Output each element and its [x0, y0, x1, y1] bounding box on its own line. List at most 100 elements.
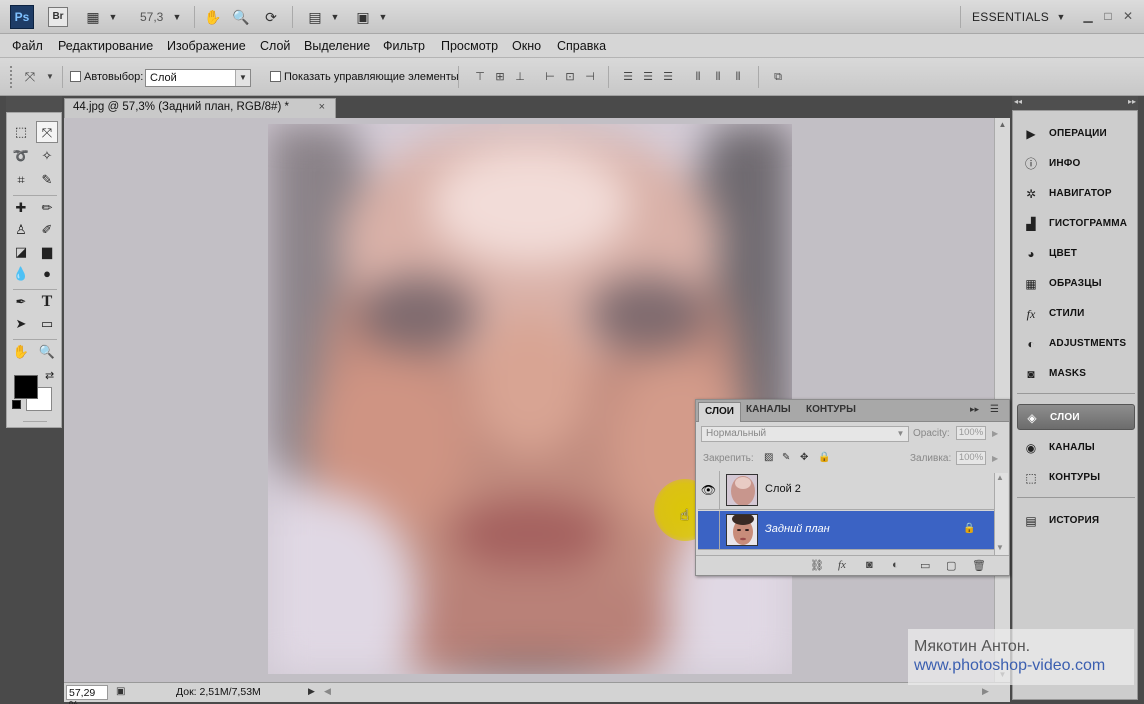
menu-view[interactable]: Просмотр — [441, 39, 498, 53]
scroll-up-icon[interactable]: ▲ — [996, 473, 1004, 482]
adjustment-layer-icon[interactable]: ◐ — [892, 559, 899, 571]
zoom-tool-icon[interactable]: 🔍 — [232, 8, 250, 26]
brush-tool-icon[interactable]: ✏ — [36, 197, 58, 219]
new-layer-icon[interactable]: ▢ — [946, 559, 956, 572]
chevron-down-icon[interactable]: ▼ — [104, 8, 122, 26]
menu-filter[interactable]: Фильтр — [383, 39, 425, 53]
hand-tool-icon[interactable]: ✋ — [204, 8, 222, 26]
toolbar-header[interactable] — [6, 96, 62, 112]
move-tool-icon[interactable]: ⤧ — [36, 121, 58, 143]
filmstrip-icon[interactable]: ▦ — [84, 8, 102, 26]
close-icon[interactable]: ✕ — [1120, 8, 1136, 24]
bridge-button[interactable]: Br — [48, 7, 68, 27]
lock-all-icon[interactable]: 🔒 — [818, 452, 830, 463]
tool-preset-dropdown-icon[interactable]: ▼ — [42, 70, 58, 84]
distribute-top-icon[interactable]: ☰ — [620, 70, 636, 84]
marquee-tool-icon[interactable]: ⬚ — [10, 121, 32, 143]
eyedropper-tool-icon[interactable]: ✎ — [36, 169, 58, 191]
close-tab-icon[interactable]: × — [319, 101, 325, 113]
autoselect-target-select[interactable]: Слой ▼ — [145, 69, 251, 87]
chevron-down-icon[interactable]: ▼ — [326, 8, 344, 26]
panel-menu-icon[interactable]: ☰ — [990, 404, 999, 415]
distribute-left-icon[interactable]: ⦀ — [690, 70, 706, 84]
menu-select[interactable]: Выделение — [304, 39, 370, 53]
show-controls-checkbox[interactable] — [270, 71, 281, 82]
menu-edit[interactable]: Редактирование — [58, 39, 153, 53]
minimize-icon[interactable]: ▁ — [1080, 8, 1096, 24]
default-colors-icon[interactable] — [12, 400, 21, 409]
healing-brush-tool-icon[interactable]: ✚ — [10, 197, 32, 219]
lock-pixels-icon[interactable]: ✎ — [782, 452, 790, 463]
auto-align-layers-icon[interactable]: ⧉ — [770, 70, 786, 84]
collapse-panel-icon[interactable]: ▸▸ — [970, 404, 979, 415]
distribute-vcenter-icon[interactable]: ☰ — [640, 70, 656, 84]
chevron-down-icon[interactable]: ▼ — [374, 8, 392, 26]
dock-item-histogram[interactable]: ▟ ГИСТОГРАММА — [1017, 211, 1135, 237]
align-bottom-icon[interactable]: ⊥ — [512, 70, 528, 84]
dock-item-paths[interactable]: ⬚ КОНТУРЫ — [1017, 465, 1135, 491]
scroll-down-icon[interactable]: ▼ — [996, 543, 1004, 552]
dodge-tool-icon[interactable]: ● — [36, 263, 58, 285]
scroll-right-icon[interactable]: ▶ — [982, 686, 989, 697]
opacity-field[interactable]: 100% — [956, 426, 986, 440]
document-tab[interactable]: 44.jpg @ 57,3% (Задний план, RGB/8#) * × — [64, 98, 336, 118]
maximize-icon[interactable]: □ — [1100, 8, 1116, 24]
layer-visibility-eye-icon[interactable]: 👁 — [698, 471, 720, 509]
layer-style-fx-icon[interactable]: fx — [838, 559, 846, 571]
rectangle-tool-icon[interactable]: ▭ — [36, 313, 58, 335]
lasso-tool-icon[interactable]: ➰ — [10, 145, 32, 167]
align-top-icon[interactable]: ⊤ — [472, 70, 488, 84]
autoselect-checkbox[interactable] — [70, 71, 81, 82]
layer-name[interactable]: Задний план — [765, 523, 830, 535]
blur-tool-icon[interactable]: 💧 — [10, 263, 32, 285]
screen-mode-icon[interactable]: ▣ — [354, 8, 372, 26]
zoom-dropdown-icon[interactable]: ▼ — [168, 8, 186, 26]
swap-colors-icon[interactable]: ⇄ — [45, 369, 54, 382]
dock-header[interactable]: ◂◂ ▸▸ — [1012, 96, 1144, 110]
align-vcenter-icon[interactable]: ⊞ — [492, 70, 508, 84]
status-info-icon[interactable]: ▣ — [116, 686, 125, 697]
dock-item-color[interactable]: ◕ ЦВЕТ — [1017, 241, 1135, 267]
rotate-view-icon[interactable]: ⟳ — [262, 8, 280, 26]
status-zoom-field[interactable]: 57,29 % — [66, 685, 108, 704]
magic-wand-tool-icon[interactable]: ✧ — [36, 145, 58, 167]
scroll-left-icon[interactable]: ◀ — [324, 686, 331, 697]
lock-position-icon[interactable]: ✥ — [800, 452, 808, 463]
crop-tool-icon[interactable]: ⌗ — [10, 169, 32, 191]
move-tool-icon[interactable]: ⤧ — [22, 70, 38, 84]
link-layers-icon[interactable]: ⛓ — [810, 559, 824, 572]
layer-row[interactable]: 👁 Слой 2 — [698, 471, 994, 510]
eraser-tool-icon[interactable]: ◪ — [10, 241, 32, 263]
dock-item-styles[interactable]: fx СТИЛИ — [1017, 301, 1135, 327]
type-tool-icon[interactable]: T — [36, 291, 58, 313]
path-selection-tool-icon[interactable]: ➤ — [10, 313, 32, 335]
fill-field[interactable]: 100% — [956, 451, 986, 465]
pen-tool-icon[interactable]: ✒ — [10, 291, 32, 313]
scroll-up-icon[interactable]: ▲ — [995, 118, 1010, 132]
dock-item-info[interactable]: ⓘ ИНФО — [1017, 151, 1135, 177]
distribute-bottom-icon[interactable]: ☰ — [660, 70, 676, 84]
tab-channels[interactable]: КАНАЛЫ — [746, 404, 791, 415]
fill-slider-arrow-icon[interactable]: ▶ — [992, 454, 998, 463]
arrange-documents-icon[interactable]: ▤ — [306, 8, 324, 26]
tab-layers[interactable]: СЛОИ — [698, 402, 741, 422]
dock-item-swatches[interactable]: ▦ ОБРАЗЦЫ — [1017, 271, 1135, 297]
dock-item-channels[interactable]: ◉ КАНАЛЫ — [1017, 435, 1135, 461]
menu-help[interactable]: Справка — [557, 39, 606, 53]
align-hcenter-icon[interactable]: ⊡ — [562, 70, 578, 84]
distribute-hcenter-icon[interactable]: ⦀ — [710, 70, 726, 84]
dock-item-navigator[interactable]: ✲ НАВИГАТОР — [1017, 181, 1135, 207]
dock-item-masks[interactable]: ◙ MASKS — [1017, 361, 1135, 387]
layer-name[interactable]: Слой 2 — [765, 483, 801, 495]
menu-window[interactable]: Окно — [512, 39, 541, 53]
menu-file[interactable]: Файл — [12, 39, 43, 53]
gradient-tool-icon[interactable]: ▆ — [36, 241, 58, 263]
distribute-right-icon[interactable]: ⦀ — [730, 70, 746, 84]
menu-image[interactable]: Изображение — [167, 39, 246, 53]
history-brush-tool-icon[interactable]: ✐ — [36, 219, 58, 241]
new-group-icon[interactable]: ▭ — [920, 559, 930, 572]
add-mask-icon[interactable]: ◙ — [866, 559, 873, 571]
blend-mode-select[interactable]: Нормальный ▼ — [701, 426, 909, 442]
clone-stamp-tool-icon[interactable]: ♙ — [10, 219, 32, 241]
layers-scrollbar[interactable]: ▲ ▼ — [994, 473, 1008, 555]
